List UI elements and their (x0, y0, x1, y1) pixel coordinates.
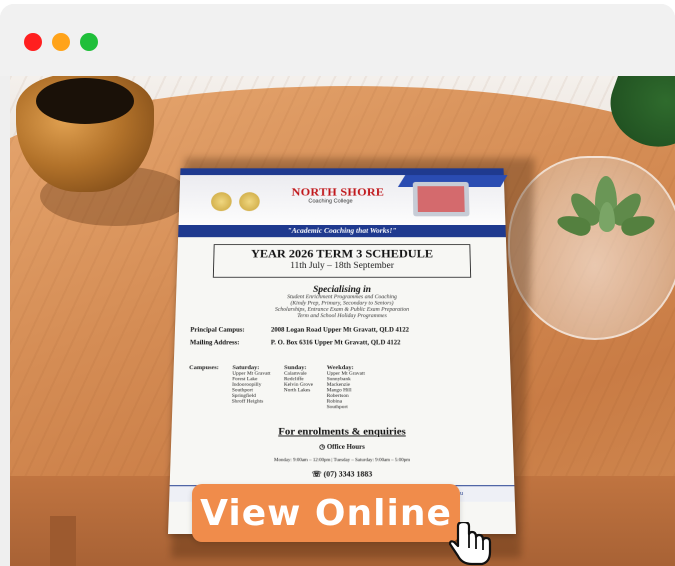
phone-number: ☏ (07) 3343 1883 (170, 470, 514, 479)
schedule-dates: 11th July – 18th September (290, 260, 394, 271)
flyer-tagline: "Academic Coaching that Works!" (178, 224, 506, 238)
campuses-label: Campuses: (189, 364, 219, 371)
browser-window: NORTH SHORE Coaching College "Academic C… (0, 4, 675, 566)
sunday-campuses: Sunday: Calamvale Redcliffe Kelvin Grove… (284, 365, 314, 411)
cup-opening (36, 78, 134, 124)
office-hours-label: ◷ Office Hours (171, 443, 513, 451)
clock-icon: ◷ (319, 443, 326, 451)
college-logo: NORTH SHORE (291, 185, 385, 199)
campus-item: Shroff Heights (231, 398, 264, 405)
specialising-line: Term and School Holiday Programmes (297, 313, 387, 319)
laptop-image (412, 181, 470, 217)
award-badge-icon (210, 192, 232, 212)
schedule-box: YEAR 2026 TERM 3 SCHEDULE 11th July – 18… (212, 244, 472, 278)
schedule-title: YEAR 2026 TERM 3 SCHEDULE (250, 246, 434, 261)
view-online-button[interactable]: View Online (192, 484, 460, 542)
maximize-window-button[interactable] (80, 33, 98, 51)
phone-icon: ☏ (311, 469, 322, 479)
table-leg (50, 516, 76, 566)
office-hours-text: Office Hours (326, 443, 365, 451)
college-logo-subtitle: Coaching College (308, 199, 353, 205)
mailing-address-value: P. O. Box 6316 Upper Mt Gravatt, QLD 412… (270, 338, 401, 347)
principal-campus-label: Principal Campus: (190, 326, 245, 334)
campus-item: Southport (326, 404, 348, 411)
mailing-address-label: Mailing Address: (189, 338, 240, 347)
award-badge-icon (238, 192, 260, 212)
principal-campus-value: 2008 Logan Road Upper Mt Gravatt, QLD 41… (270, 326, 410, 334)
minimize-window-button[interactable] (52, 33, 70, 51)
hand-pointer-icon (448, 522, 492, 566)
close-window-button[interactable] (24, 33, 42, 51)
campus-item: North Lakes (283, 387, 311, 394)
succulent-image (555, 176, 657, 246)
enrolments-heading: For enrolments & enquiries (278, 426, 406, 438)
specialising-heading: Specialising in (312, 284, 371, 295)
weekday-campuses: Weekday: Upper Mt Gravatt Sunnybank Mack… (327, 365, 365, 411)
phone-text: (07) 3343 1883 (323, 469, 373, 479)
schedule-flyer: NORTH SHORE Coaching College "Academic C… (168, 168, 516, 534)
flyer-header: NORTH SHORE Coaching College (178, 168, 508, 225)
office-hours-times: Monday: 9:00am – 12:00pm | Tuesday – Sat… (273, 458, 411, 464)
specialising-section: Specialising in Student Enrichment Progr… (175, 285, 508, 320)
saturday-campuses: Saturday: Upper Mt Gravatt Forest Lake I… (231, 365, 271, 411)
address-section: Principal Campus: 2008 Logan Road Upper … (190, 326, 499, 352)
campuses-section: Campuses: Saturday: Upper Mt Gravatt For… (188, 365, 500, 411)
title-bar (0, 4, 675, 76)
